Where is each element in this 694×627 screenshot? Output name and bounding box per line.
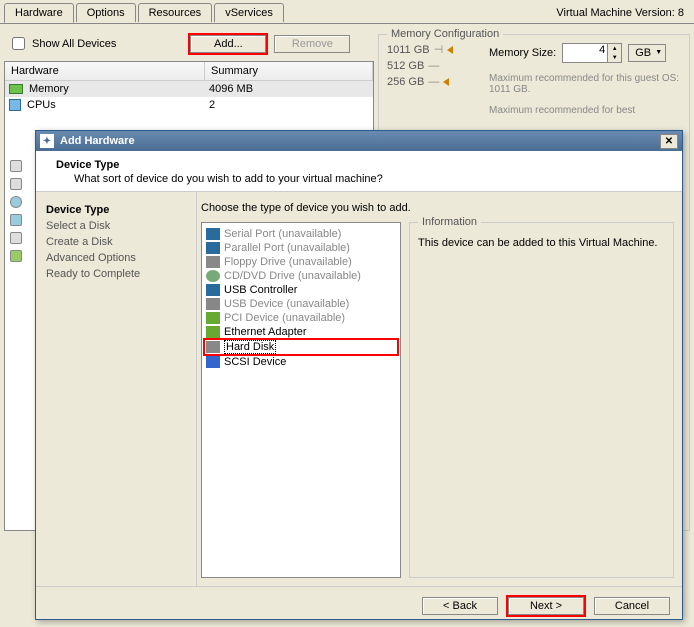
spin-down-icon[interactable]: ▼: [607, 53, 621, 62]
wizard-steps: Device Type Select a Disk Create a Disk …: [36, 192, 196, 586]
sidebar-icons: [10, 160, 28, 262]
parallel-icon: [206, 242, 220, 254]
device-type-floppy: Floppy Drive (unavailable): [204, 255, 398, 269]
arrow-left-icon: [447, 46, 453, 54]
floppy-icon: [206, 256, 220, 268]
arrow-left-icon: [443, 78, 449, 86]
step-ready: Ready to Complete: [46, 266, 186, 282]
dialog-icon: ✦: [40, 134, 54, 148]
device-type-usbdev: USB Device (unavailable): [204, 297, 398, 311]
device-type-parallel: Parallel Port (unavailable): [204, 241, 398, 255]
device-type-question: What sort of device do you wish to add t…: [74, 173, 668, 185]
add-hardware-dialog: ✦ Add Hardware ✕ Device Type What sort o…: [35, 130, 683, 620]
add-button[interactable]: Add...: [190, 35, 266, 53]
dialog-titlebar[interactable]: ✦ Add Hardware ✕: [36, 131, 682, 151]
network-icon: [10, 214, 22, 226]
hw-row-memory[interactable]: Memory 4096 MB: [5, 81, 373, 97]
memory-size-label: Memory Size:: [489, 47, 556, 59]
device-type-eth[interactable]: Ethernet Adapter: [204, 325, 398, 339]
eth-icon: [206, 326, 220, 338]
mem-max-rec: Maximum recommended for this guest OS: 1…: [489, 73, 683, 95]
hdd-icon: [206, 341, 220, 353]
storage-icon: [10, 232, 22, 244]
memory-unit-select[interactable]: GB: [628, 44, 666, 62]
choose-type-prompt: Choose the type of device you wish to ad…: [201, 202, 674, 214]
information-group: Information This device can be added to …: [409, 222, 674, 578]
next-button[interactable]: Next >: [508, 597, 584, 615]
tab-vservices[interactable]: vServices: [214, 3, 284, 22]
show-all-devices-label: Show All Devices: [32, 38, 116, 50]
cpu-icon: [9, 99, 21, 111]
show-all-devices-checkbox[interactable]: [12, 37, 25, 50]
device-type-heading: Device Type: [56, 159, 668, 171]
dialog-title: Add Hardware: [60, 135, 135, 147]
step-create-disk: Create a Disk: [46, 234, 186, 250]
device-type-scsi[interactable]: SCSI Device: [204, 355, 398, 369]
memory-icon: [9, 84, 23, 94]
device-type-list[interactable]: Serial Port (unavailable)Parallel Port (…: [201, 222, 401, 578]
usbdev-icon: [206, 298, 220, 310]
information-text: This device can be added to this Virtual…: [418, 237, 665, 249]
serial-icon: [206, 228, 220, 240]
hardware-col-header[interactable]: Hardware: [5, 62, 205, 80]
cancel-button[interactable]: Cancel: [594, 597, 670, 615]
tab-hardware[interactable]: Hardware: [4, 3, 74, 23]
device-type-usb[interactable]: USB Controller: [204, 283, 398, 297]
tab-resources[interactable]: Resources: [138, 3, 213, 22]
pci-icon: [206, 312, 220, 324]
memory-size-input[interactable]: 4 ▲▼: [562, 43, 622, 63]
device-type-serial: Serial Port (unavailable): [204, 227, 398, 241]
information-legend: Information: [418, 216, 481, 228]
cd-icon: [206, 270, 220, 282]
device-type-hdd[interactable]: Hard Disk: [204, 339, 398, 355]
mem-tick-1011: 1011 GB: [387, 44, 430, 56]
mem-best-rec: Maximum recommended for best: [489, 105, 683, 116]
device-icon: [10, 178, 22, 190]
memconf-legend: Memory Configuration: [387, 28, 503, 40]
mem-tick-512: 512 GB: [387, 60, 424, 72]
back-button[interactable]: < Back: [422, 597, 498, 615]
device-type-cd: CD/DVD Drive (unavailable): [204, 269, 398, 283]
scsi-icon: [206, 356, 220, 368]
pci-icon: [10, 250, 22, 262]
device-type-pci: PCI Device (unavailable): [204, 311, 398, 325]
mem-tick-256: 256 GB: [387, 76, 424, 88]
step-advanced: Advanced Options: [46, 250, 186, 266]
remove-button: Remove: [274, 35, 350, 53]
step-device-type[interactable]: Device Type: [46, 202, 186, 218]
vm-version: Virtual Machine Version: 8: [556, 7, 690, 19]
cd-icon: [10, 196, 22, 208]
spin-up-icon[interactable]: ▲: [607, 44, 621, 53]
usb-icon: [206, 284, 220, 296]
summary-col-header[interactable]: Summary: [205, 62, 373, 80]
close-icon[interactable]: ✕: [660, 134, 678, 149]
tab-options[interactable]: Options: [76, 3, 136, 22]
tab-bar: Hardware Options Resources vServices Vir…: [0, 0, 694, 24]
device-icon: [10, 160, 22, 172]
step-select-disk: Select a Disk: [46, 218, 186, 234]
hw-row-cpus[interactable]: CPUs 2: [5, 97, 373, 113]
